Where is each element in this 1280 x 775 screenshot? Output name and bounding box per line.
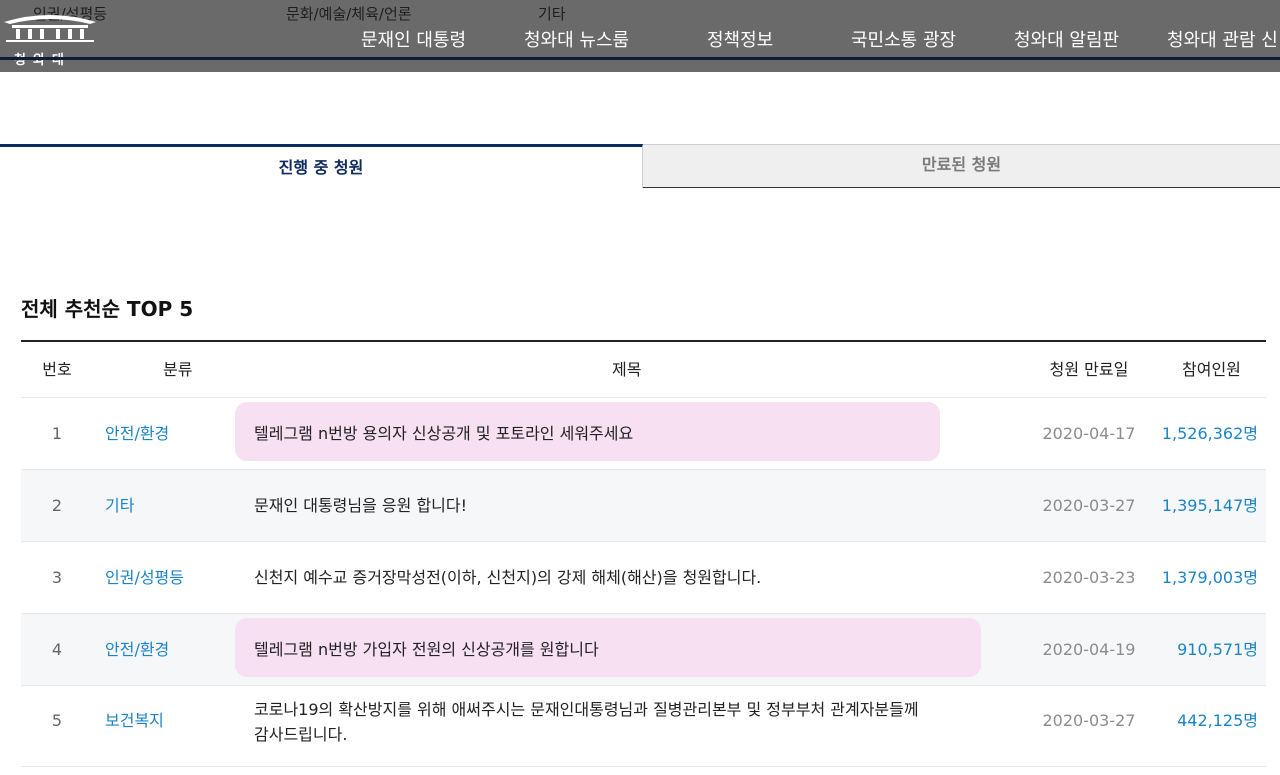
header-category: 분류 — [163, 360, 193, 379]
blue-house-emblem-icon — [4, 15, 96, 42]
row-expiry-date: 2020-03-23 — [1042, 568, 1136, 587]
nav-item-policy-info[interactable]: 정책정보 — [707, 26, 773, 52]
nav-item-notice-board[interactable]: 청와대 알림판 — [1014, 26, 1119, 52]
header-expiry-date: 청원 만료일 — [1049, 360, 1129, 379]
row-expiry-date: 2020-04-19 — [1042, 640, 1136, 659]
row-category-link[interactable]: 안전/환경 — [105, 614, 169, 685]
row-participant-count: 1,395,147명 — [1161, 496, 1258, 515]
row-title-link[interactable]: 텔레그램 n번방 가입자 전원의 신상공개를 원합니다 — [254, 614, 599, 685]
row-title-link[interactable]: 코로나19의 확산방지를 위해 애써주시는 문재인대통령님과 질병관리본부 및 … — [254, 697, 974, 747]
row-expiry-date: 2020-04-17 — [1042, 424, 1136, 443]
header-title: 제목 — [612, 360, 642, 379]
ghost-category-label: 기타 — [538, 5, 566, 23]
top-navigation-bar: 인권/성평등 문화/예술/체육/언론 기타 청와대 문재인 대통령 청와대 뉴스… — [0, 0, 1280, 72]
row-expiry-date: 2020-03-27 — [1042, 496, 1136, 515]
tab-expired-petitions[interactable]: 만료된 청원 — [643, 144, 1280, 188]
row-category-link[interactable]: 안전/환경 — [105, 398, 169, 469]
row-category-link[interactable]: 보건복지 — [105, 686, 164, 757]
row-category-link[interactable]: 기타 — [105, 470, 134, 541]
table-header: 번호 분류 제목 청원 만료일 참여인원 — [21, 342, 1266, 398]
row-title-link[interactable]: 신천지 예수교 증거장막성전(이하, 신천지)의 강제 해체(해산)을 청원합니… — [254, 542, 761, 613]
row-number: 5 — [51, 711, 63, 730]
petition-tabs: 진행 중 청원 만료된 청원 — [0, 144, 1280, 188]
nav-item-president[interactable]: 문재인 대통령 — [361, 26, 466, 52]
row-number: 3 — [51, 568, 63, 587]
row-participant-count: 910,571명 — [1177, 640, 1258, 659]
row-participant-count: 442,125명 — [1177, 711, 1258, 730]
row-participant-count: 1,379,003명 — [1161, 568, 1258, 587]
section-title: 전체 추천순 TOP 5 — [21, 297, 194, 321]
table-row[interactable]: 2 기타 문재인 대통령님을 응원 합니다! 2020-03-27 1,395,… — [21, 470, 1266, 542]
header-participants: 참여인원 — [1182, 360, 1241, 379]
nav-item-newsroom[interactable]: 청와대 뉴스룸 — [524, 26, 629, 52]
tab-ongoing-petitions[interactable]: 진행 중 청원 — [0, 144, 643, 188]
table-row[interactable]: 5 보건복지 코로나19의 확산방지를 위해 애써주시는 문재인대통령님과 질병… — [21, 686, 1266, 767]
header-divider — [0, 57, 1280, 60]
cheongwadae-logo[interactable]: 청와대 — [0, 6, 100, 68]
row-number: 1 — [51, 424, 63, 443]
table-row[interactable]: 3 인권/성평등 신천지 예수교 증거장막성전(이하, 신천지)의 강제 해체(… — [21, 542, 1266, 614]
header-number: 번호 — [42, 360, 72, 379]
row-title-line-1: 코로나19의 확산방지를 위해 애써주시는 문재인대통령님과 질병관리본부 및 … — [254, 700, 919, 719]
row-participant-count: 1,526,362명 — [1161, 424, 1258, 443]
ghost-category-label: 문화/예술/체육/언론 — [286, 5, 412, 23]
row-title-line-2: 감사드립니다. — [254, 725, 348, 744]
nav-item-communication-square[interactable]: 국민소통 광장 — [851, 26, 956, 52]
petition-table: 번호 분류 제목 청원 만료일 참여인원 1 안전/환경 텔레그램 n번방 용의… — [21, 340, 1266, 767]
table-row[interactable]: 4 안전/환경 텔레그램 n번방 가입자 전원의 신상공개를 원합니다 2020… — [21, 614, 1266, 686]
table-row[interactable]: 1 안전/환경 텔레그램 n번방 용의자 신상공개 및 포토라인 세워주세요 2… — [21, 398, 1266, 470]
row-expiry-date: 2020-03-27 — [1042, 711, 1136, 730]
row-number: 2 — [51, 496, 63, 515]
row-title-link[interactable]: 문재인 대통령님을 응원 합니다! — [254, 470, 467, 541]
row-number: 4 — [51, 640, 63, 659]
row-category-link[interactable]: 인권/성평등 — [105, 542, 184, 613]
nav-item-tour[interactable]: 청와대 관람 신 — [1167, 26, 1278, 52]
row-title-link[interactable]: 텔레그램 n번방 용의자 신상공개 및 포토라인 세워주세요 — [254, 398, 633, 469]
